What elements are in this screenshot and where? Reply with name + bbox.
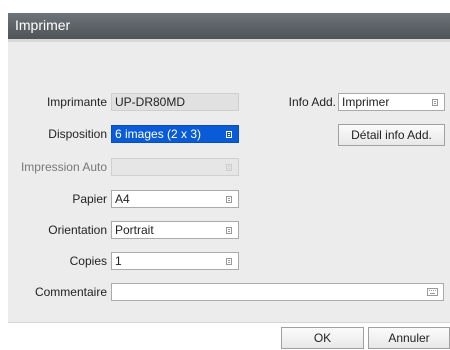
paper-dropdown[interactable]: A4 xyxy=(111,190,239,208)
comment-input[interactable] xyxy=(111,283,444,301)
copies-dropdown[interactable]: 1 xyxy=(111,252,239,270)
layout-label: Disposition xyxy=(48,127,107,141)
dropdown-icon xyxy=(226,258,232,265)
printer-value: UP-DR80MD xyxy=(115,95,186,109)
comment-label: Commentaire xyxy=(34,285,107,299)
dialog-title: Imprimer xyxy=(15,17,71,33)
dialog-titlebar: Imprimer xyxy=(8,13,450,39)
info-detail-button[interactable]: Détail info Add. xyxy=(338,124,445,146)
info-add-label: Info Add. xyxy=(288,95,336,109)
info-add-dropdown[interactable]: Imprimer xyxy=(338,93,445,111)
dropdown-icon xyxy=(226,196,232,203)
printer-label: Imprimante xyxy=(46,95,107,109)
keyboard-icon[interactable] xyxy=(427,288,438,296)
printer-field: UP-DR80MD xyxy=(111,93,239,111)
paper-value: A4 xyxy=(115,192,130,206)
dropdown-icon xyxy=(226,227,232,234)
info-add-value: Imprimer xyxy=(342,95,390,109)
ok-button[interactable]: OK xyxy=(281,327,364,349)
layout-dropdown[interactable]: 6 images (2 x 3) xyxy=(111,125,239,143)
layout-value: 6 images (2 x 3) xyxy=(115,127,202,141)
orientation-label: Orientation xyxy=(48,223,107,237)
copies-label: Copies xyxy=(69,254,107,268)
print-settings-panel xyxy=(8,42,450,322)
orientation-dropdown[interactable]: Portrait xyxy=(111,221,239,239)
dropdown-icon xyxy=(432,99,438,106)
orientation-value: Portrait xyxy=(115,223,154,237)
copies-value: 1 xyxy=(115,254,122,268)
cancel-button[interactable]: Annuler xyxy=(368,327,450,349)
paper-label: Papier xyxy=(72,192,107,206)
auto-print-dropdown xyxy=(111,158,239,176)
dropdown-icon xyxy=(226,164,232,171)
auto-print-label: Impression Auto xyxy=(20,160,107,174)
dropdown-icon xyxy=(226,131,232,138)
